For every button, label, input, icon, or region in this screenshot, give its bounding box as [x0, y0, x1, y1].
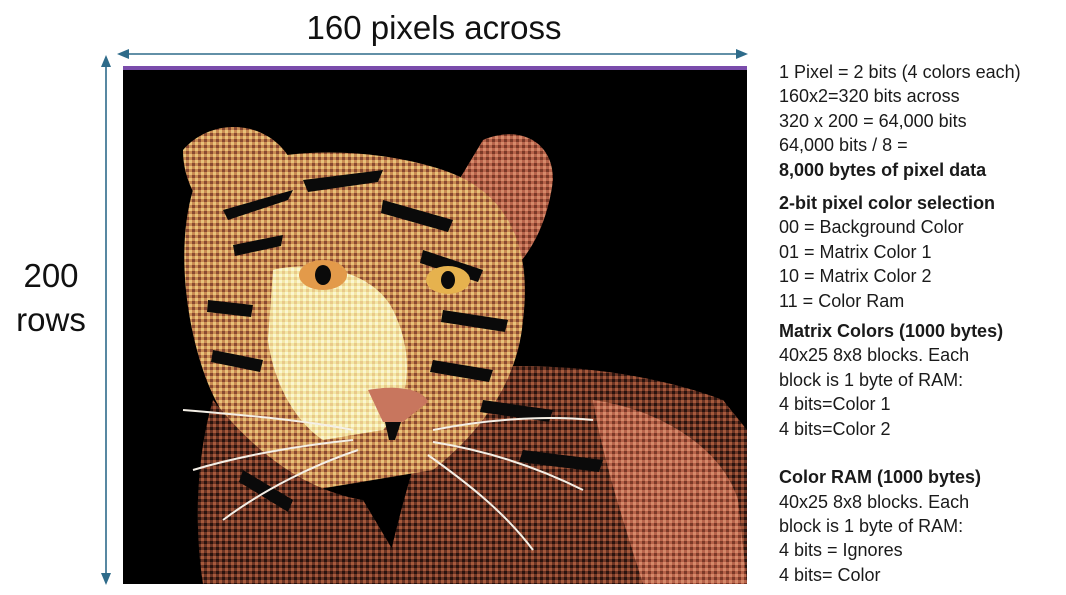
color-ram-line: block is 1 byte of RAM:	[779, 515, 964, 536]
height-label-number: 200	[23, 257, 79, 294]
height-label-word: rows	[16, 301, 86, 338]
tiger-illustration	[182, 127, 747, 584]
matrix-line: block is 1 byte of RAM:	[779, 369, 964, 390]
selection-heading: 2-bit pixel color selection	[779, 193, 996, 214]
width-arrow	[117, 49, 748, 59]
color-ram-heading: Color RAM (1000 bytes)	[779, 467, 982, 488]
note-total-bits: 320 x 200 = 64,000 bits	[779, 110, 967, 131]
color-ram-line: 40x25 8x8 blocks. Each	[779, 491, 970, 512]
explanation-notes: 1 Pixel = 2 bits (4 colors each) 160x2=3…	[779, 60, 1064, 587]
note-bits-across: 160x2=320 bits across	[779, 86, 960, 107]
note-pixel-bits: 1 Pixel = 2 bits (4 colors each)	[779, 62, 1021, 82]
matrix-colors-heading: Matrix Colors (1000 bytes)	[779, 321, 1004, 342]
height-label: 200 rows	[0, 254, 102, 342]
tiger-bitmap-image	[123, 66, 747, 584]
matrix-line: 4 bits=Color 1	[779, 394, 891, 415]
matrix-line: 4 bits=Color 2	[779, 418, 891, 439]
note-bytes-total: 8,000 bytes of pixel data	[779, 159, 987, 180]
height-arrow	[101, 55, 111, 585]
selection-item: 00 = Background Color	[779, 217, 964, 238]
width-label: 160 pixels across	[306, 9, 562, 46]
note-bits-to-bytes: 64,000 bits / 8 =	[779, 135, 908, 156]
matrix-line: 40x25 8x8 blocks. Each	[779, 345, 970, 366]
selection-item: 11 = Color Ram	[779, 290, 905, 311]
selection-item: 01 = Matrix Color 1	[779, 241, 932, 262]
color-ram-line: 4 bits = Ignores	[779, 540, 903, 561]
color-ram-line: 4 bits= Color	[779, 564, 881, 585]
selection-item: 10 = Matrix Color 2	[779, 266, 932, 287]
